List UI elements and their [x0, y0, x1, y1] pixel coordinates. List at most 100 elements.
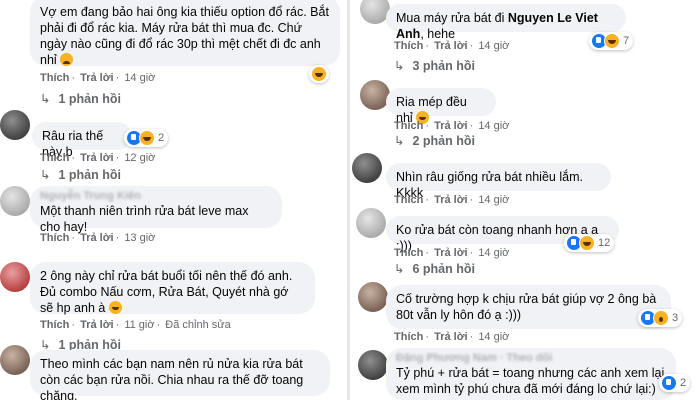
comment-text: Tỷ phú + rửa bát = toang nhưng các anh x…: [396, 366, 665, 396]
avatar[interactable]: [0, 110, 30, 140]
comment-bubble: Râu ria thế này b: [32, 122, 132, 159]
comment-meta: Thích · Trả lời · 14 giờ: [40, 72, 156, 84]
like-link[interactable]: Thích: [40, 232, 69, 244]
comment-time[interactable]: 14 giờ: [124, 72, 155, 84]
like-link[interactable]: Thích: [394, 331, 423, 343]
like-reaction-icon: [661, 375, 677, 391]
laughing-emoji-icon: [108, 301, 122, 314]
comment-time[interactable]: 14 giờ: [478, 120, 509, 132]
reaction-count: 12: [598, 237, 611, 249]
comment-time[interactable]: 13 giờ: [124, 232, 155, 244]
like-link[interactable]: Thích: [40, 319, 69, 331]
comment-meta: Thích · Trả lời · 14 giờ: [394, 120, 510, 132]
comment-bubble: Ria mép đều nhỉ: [386, 88, 496, 125]
comment-text-before: Mua máy rửa bát đi: [396, 11, 508, 25]
replies-count: 3 phản hồi: [412, 59, 475, 73]
like-link[interactable]: Thích: [394, 194, 423, 206]
haha-reaction-icon: [311, 66, 327, 82]
reaction-badge[interactable]: 3: [638, 309, 683, 327]
avatar[interactable]: [0, 262, 30, 292]
comment: Cố trường hợp k chịu rửa bát giúp vợ 2 ô…: [352, 282, 700, 344]
view-replies-link[interactable]: ↳ 1 phản hồi: [40, 167, 121, 182]
comment-text: Theo mình các bạn nam nên rủ nửa kia rửa…: [40, 357, 304, 400]
reply-link[interactable]: Trả lời: [434, 40, 468, 52]
avatar[interactable]: [358, 350, 388, 380]
comment-meta: Thích · Trả lời · 14 giờ: [394, 247, 510, 259]
comment-text-after: , hehe: [420, 27, 456, 41]
avatar[interactable]: [356, 208, 386, 238]
commenter-name[interactable]: Nguyễn Trung Kiên: [40, 190, 272, 203]
view-replies-link[interactable]: ↳ 2 phản hồi: [394, 133, 475, 148]
haha-reaction-icon: [139, 130, 155, 146]
replies-count: 2 phản hồi: [412, 134, 475, 148]
reaction-badge[interactable]: 2: [124, 129, 169, 147]
reaction-count: 7: [623, 35, 630, 47]
right-comment-column: Mua máy rửa bát đi Nguyen Le Viet Anh, h…: [352, 0, 700, 400]
reply-link[interactable]: Trả lời: [80, 232, 114, 244]
comment-time[interactable]: 11 giờ: [124, 319, 154, 331]
comment: Ria mép đều nhỉ Thích · Trả lời · 14 giờ ↳…: [352, 80, 700, 150]
comment-bubble: Nhìn râu giống rửa bát nhiều lắm. Kkkk: [386, 163, 611, 200]
comment: Nguyễn Trung Kiên Một thanh niên trình r…: [0, 186, 345, 246]
view-replies-link[interactable]: ↳ 6 phản hồi: [394, 261, 475, 276]
reply-link[interactable]: Trả lời: [80, 319, 114, 331]
avatar[interactable]: [358, 282, 388, 312]
avatar[interactable]: [352, 153, 382, 183]
comment-text: Cố trường hợp k chịu rửa bát giúp vợ 2 ô…: [396, 292, 657, 322]
comment-meta: Thích · Trả lời · 11 giờ · Đã chỉnh sửa: [40, 319, 231, 331]
comment-text: 2 ông này chỉ rửa bát buổi tối nên thế đ…: [40, 269, 293, 315]
reaction-badge[interactable]: 12: [564, 234, 615, 252]
edited-label: Đã chỉnh sửa: [165, 319, 231, 331]
reply-link[interactable]: Trả lời: [434, 247, 468, 259]
comment-meta: Thích · Trả lời · 12 giờ: [40, 152, 156, 164]
like-link[interactable]: Thích: [394, 247, 423, 259]
comment-bubble: Đặng Phương Nam · Theo dõi Tỷ phú + rửa …: [386, 348, 676, 400]
comment-text: Vợ em đang bảo hai ông kia thiếu option …: [40, 5, 329, 67]
reaction-badge[interactable]: 2: [659, 374, 691, 392]
reply-link[interactable]: Trả lời: [434, 331, 468, 343]
view-replies-link[interactable]: ↳ 3 phản hồi: [394, 58, 475, 73]
reply-arrow-icon: ↳: [40, 168, 51, 182]
reply-arrow-icon: ↳: [394, 262, 405, 276]
comment-meta: Thích · Trả lời · 13 giờ: [40, 232, 156, 244]
comment-meta: Thích · Trả lời · 14 giờ: [394, 194, 510, 206]
comment-bubble: Theo mình các bạn nam nên rủ nửa kia rửa…: [30, 350, 330, 400]
comment-meta: Thích · Trả lời · 14 giờ: [394, 331, 510, 343]
reaction-badge[interactable]: 7: [589, 32, 634, 50]
reply-link[interactable]: Trả lời: [80, 72, 114, 84]
comment-time[interactable]: 14 giờ: [478, 331, 509, 343]
comment-bubble: Cố trường hợp k chịu rửa bát giúp vợ 2 ô…: [386, 285, 671, 329]
reply-link[interactable]: Trả lời: [80, 152, 114, 164]
comment-text: Một thanh niên trình rửa bát leve max ch…: [40, 204, 249, 234]
reply-arrow-icon: ↳: [40, 92, 51, 106]
like-link[interactable]: Thích: [40, 72, 69, 84]
comment: 2 ông này chỉ rửa bát buổi tối nên thế đ…: [0, 260, 345, 331]
like-link[interactable]: Thích: [394, 120, 423, 132]
comment-bubble: Mua máy rửa bát đi Nguyen Le Viet Anh, h…: [386, 4, 626, 41]
avatar[interactable]: [0, 345, 30, 375]
reply-link[interactable]: Trả lời: [434, 194, 468, 206]
comment-time[interactable]: 14 giờ: [478, 247, 509, 259]
avatar[interactable]: [0, 186, 30, 216]
reply-link[interactable]: Trả lời: [434, 120, 468, 132]
comment-time[interactable]: 12 giờ: [124, 152, 155, 164]
like-link[interactable]: Thích: [40, 152, 69, 164]
reaction-badge[interactable]: [309, 65, 329, 83]
haha-reaction-icon: [579, 235, 595, 251]
comment-bubble: 2 ông này chỉ rửa bát buổi tối nên thế đ…: [30, 262, 315, 315]
comment-time[interactable]: 14 giờ: [478, 40, 509, 52]
replies-count: 6 phản hồi: [412, 262, 475, 276]
comment-time[interactable]: 14 giờ: [478, 194, 509, 206]
like-link[interactable]: Thích: [394, 40, 423, 52]
wow-reaction-icon: [653, 310, 669, 326]
left-comment-column: Vợ em đang bảo hai ông kia thiếu option …: [0, 0, 345, 400]
comment: Râu ria thế này b 2 Thích · Trả lời · 12 g…: [0, 110, 345, 182]
comment: Đặng Phương Nam · Theo dõi Tỷ phú + rửa …: [352, 346, 700, 400]
commenter-name[interactable]: Đặng Phương Nam · Theo dõi: [396, 352, 666, 365]
comment-bubble: Vợ em đang bảo hai ông kia thiếu option …: [30, 0, 340, 67]
reply-arrow-icon: ↳: [394, 59, 405, 73]
comment-meta: Thích · Trả lời · 14 giờ: [394, 40, 510, 52]
haha-reaction-icon: [604, 33, 620, 49]
view-replies-link[interactable]: ↳ 1 phản hồi: [40, 91, 121, 106]
replies-count: 1 phản hồi: [58, 92, 121, 106]
